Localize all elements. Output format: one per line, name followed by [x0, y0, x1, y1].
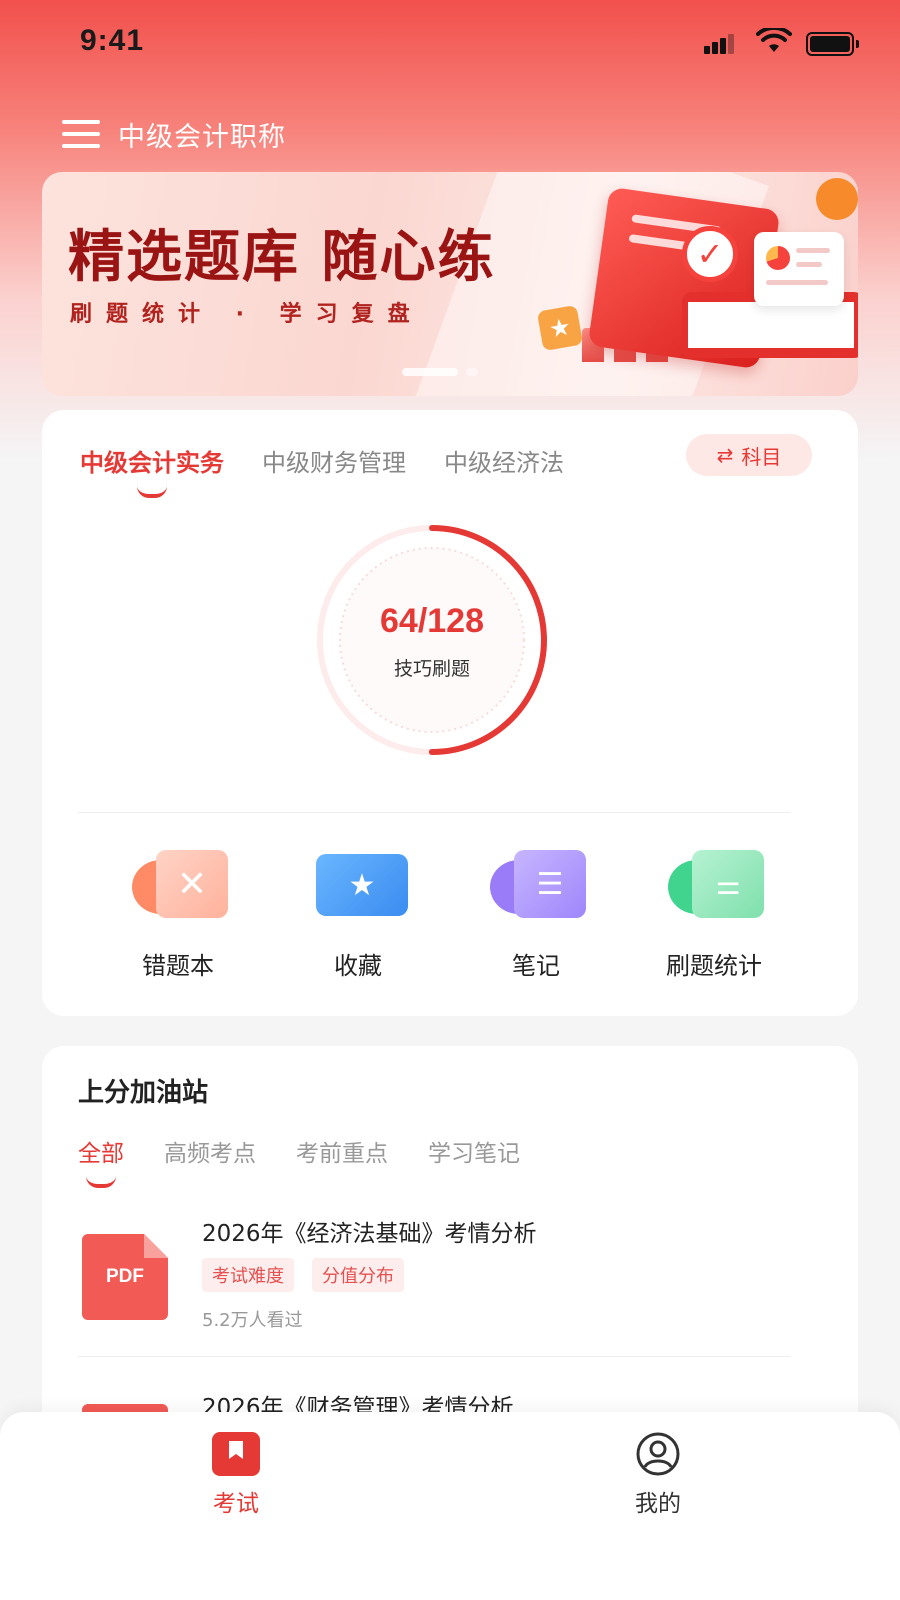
filter-tab-key-points[interactable]: 考前重点 — [296, 1134, 388, 1168]
user-profile-icon — [634, 1432, 682, 1476]
carousel-indicator — [402, 368, 478, 376]
boost-station-card: 上分加油站 全部 高频考点 考前重点 学习笔记 PDF 2026年《经济法基础》… — [42, 1046, 858, 1466]
wrong-book-icon: ✕ — [132, 850, 228, 922]
banner-title: 精选题库 随心练 — [68, 225, 496, 290]
divider — [78, 1356, 790, 1357]
section-title: 上分加油站 — [78, 1078, 209, 1108]
tool-label: 收藏 — [334, 952, 382, 980]
tool-label: 笔记 — [512, 952, 560, 980]
progress-ring[interactable]: 64/128 技巧刷题 — [312, 520, 552, 760]
view-count: 5.2万人看过 — [202, 1310, 303, 1331]
stats-sliders-icon: ⚌ — [668, 850, 764, 922]
file-type-label: PDF — [106, 1266, 144, 1287]
filter-tab-notes[interactable]: 学习笔记 — [428, 1134, 520, 1168]
tag-score-distribution: 分值分布 — [312, 1258, 404, 1292]
favorite-folder-icon: ★ — [312, 850, 408, 922]
filter-tab-label: 学习笔记 — [428, 1141, 520, 1167]
tool-wrong-book[interactable]: ✕ 错题本 — [88, 850, 268, 980]
status-bar: 9:41 — [0, 0, 900, 90]
tool-grid: ✕ 错题本 ★ 收藏 ☰ 笔记 ⚌ 刷题统计 — [42, 850, 858, 990]
active-tab-indicator — [137, 486, 167, 498]
tab-label: 中级会计实务 — [80, 448, 224, 477]
star-badge-icon: ★ — [536, 304, 584, 352]
tab-subject-0[interactable]: 中级会计实务 — [80, 443, 224, 498]
filter-tab-label: 全部 — [78, 1141, 124, 1167]
battery-icon — [806, 32, 860, 56]
switch-subject-button[interactable]: ⇄ 科目 — [686, 434, 812, 476]
tab-label: 中级财务管理 — [262, 448, 406, 477]
menu-icon[interactable] — [62, 120, 100, 148]
article-title: 2026年《经济法基础》考情分析 — [202, 1221, 537, 1247]
exam-title[interactable]: 中级会计职称 — [118, 115, 286, 154]
pdf-file-icon: PDF — [82, 1234, 168, 1320]
orange-ornament — [816, 178, 858, 220]
tab-profile-label: 我的 — [635, 1491, 681, 1517]
article-tags: 考试难度 分值分布 — [202, 1258, 404, 1292]
tab-exam[interactable]: 考试 — [176, 1432, 296, 1518]
report-paper-illustration — [754, 232, 844, 306]
active-tab-indicator — [86, 1176, 116, 1188]
tab-label: 中级经济法 — [444, 448, 564, 477]
progress-count: 64/128 — [380, 602, 484, 640]
exam-bookmark-icon — [212, 1432, 260, 1476]
status-time: 9:41 — [80, 24, 145, 57]
switch-subject-label: 科目 — [741, 444, 782, 469]
tag-difficulty: 考试难度 — [202, 1258, 294, 1292]
tab-subject-2[interactable]: 中级经济法 — [444, 443, 564, 478]
banner-subtitle: 刷题统计 · 学习复盘 — [70, 302, 424, 327]
progress-label: 技巧刷题 — [393, 658, 470, 680]
content-filter-tabs: 全部 高频考点 考前重点 学习笔记 — [78, 1134, 560, 1188]
practice-card: 中级会计实务 中级财务管理 中级经济法 ⇄ 科目 64/128 技巧刷题 ✕ 错… — [42, 410, 858, 1016]
tool-favorites[interactable]: ★ 收藏 — [268, 850, 448, 980]
tool-label: 错题本 — [142, 952, 214, 980]
tool-label: 刷题统计 — [666, 952, 762, 980]
checkmark-icon: ✓ — [682, 226, 738, 282]
tab-exam-label: 考试 — [213, 1491, 259, 1517]
notes-icon: ☰ — [490, 850, 586, 922]
tool-notes[interactable]: ☰ 笔记 — [446, 850, 626, 980]
tool-stats[interactable]: ⚌ 刷题统计 — [624, 850, 804, 980]
divider — [78, 812, 790, 813]
cellular-signal-icon — [704, 34, 736, 54]
bottom-tab-bar: 考试 我的 — [0, 1412, 900, 1600]
app-header: 中级会计职称 — [62, 112, 286, 156]
filter-tab-label: 高频考点 — [164, 1141, 256, 1167]
subject-tabs: 中级会计实务 中级财务管理 中级经济法 — [80, 440, 602, 498]
filter-tab-hot-points[interactable]: 高频考点 — [164, 1134, 256, 1168]
filter-tab-all[interactable]: 全部 — [78, 1134, 124, 1188]
filter-tab-label: 考前重点 — [296, 1141, 388, 1167]
promo-banner[interactable]: 精选题库 随心练 刷题统计 · 学习复盘 ✓ ★ — [42, 172, 858, 396]
swap-arrows-icon: ⇄ — [716, 443, 734, 467]
article-item[interactable]: PDF 2026年《经济法基础》考情分析 考试难度 分值分布 5.2万人看过 — [78, 1214, 822, 1344]
wifi-icon — [756, 28, 792, 52]
tab-profile[interactable]: 我的 — [598, 1432, 718, 1518]
tab-subject-1[interactable]: 中级财务管理 — [262, 443, 406, 478]
